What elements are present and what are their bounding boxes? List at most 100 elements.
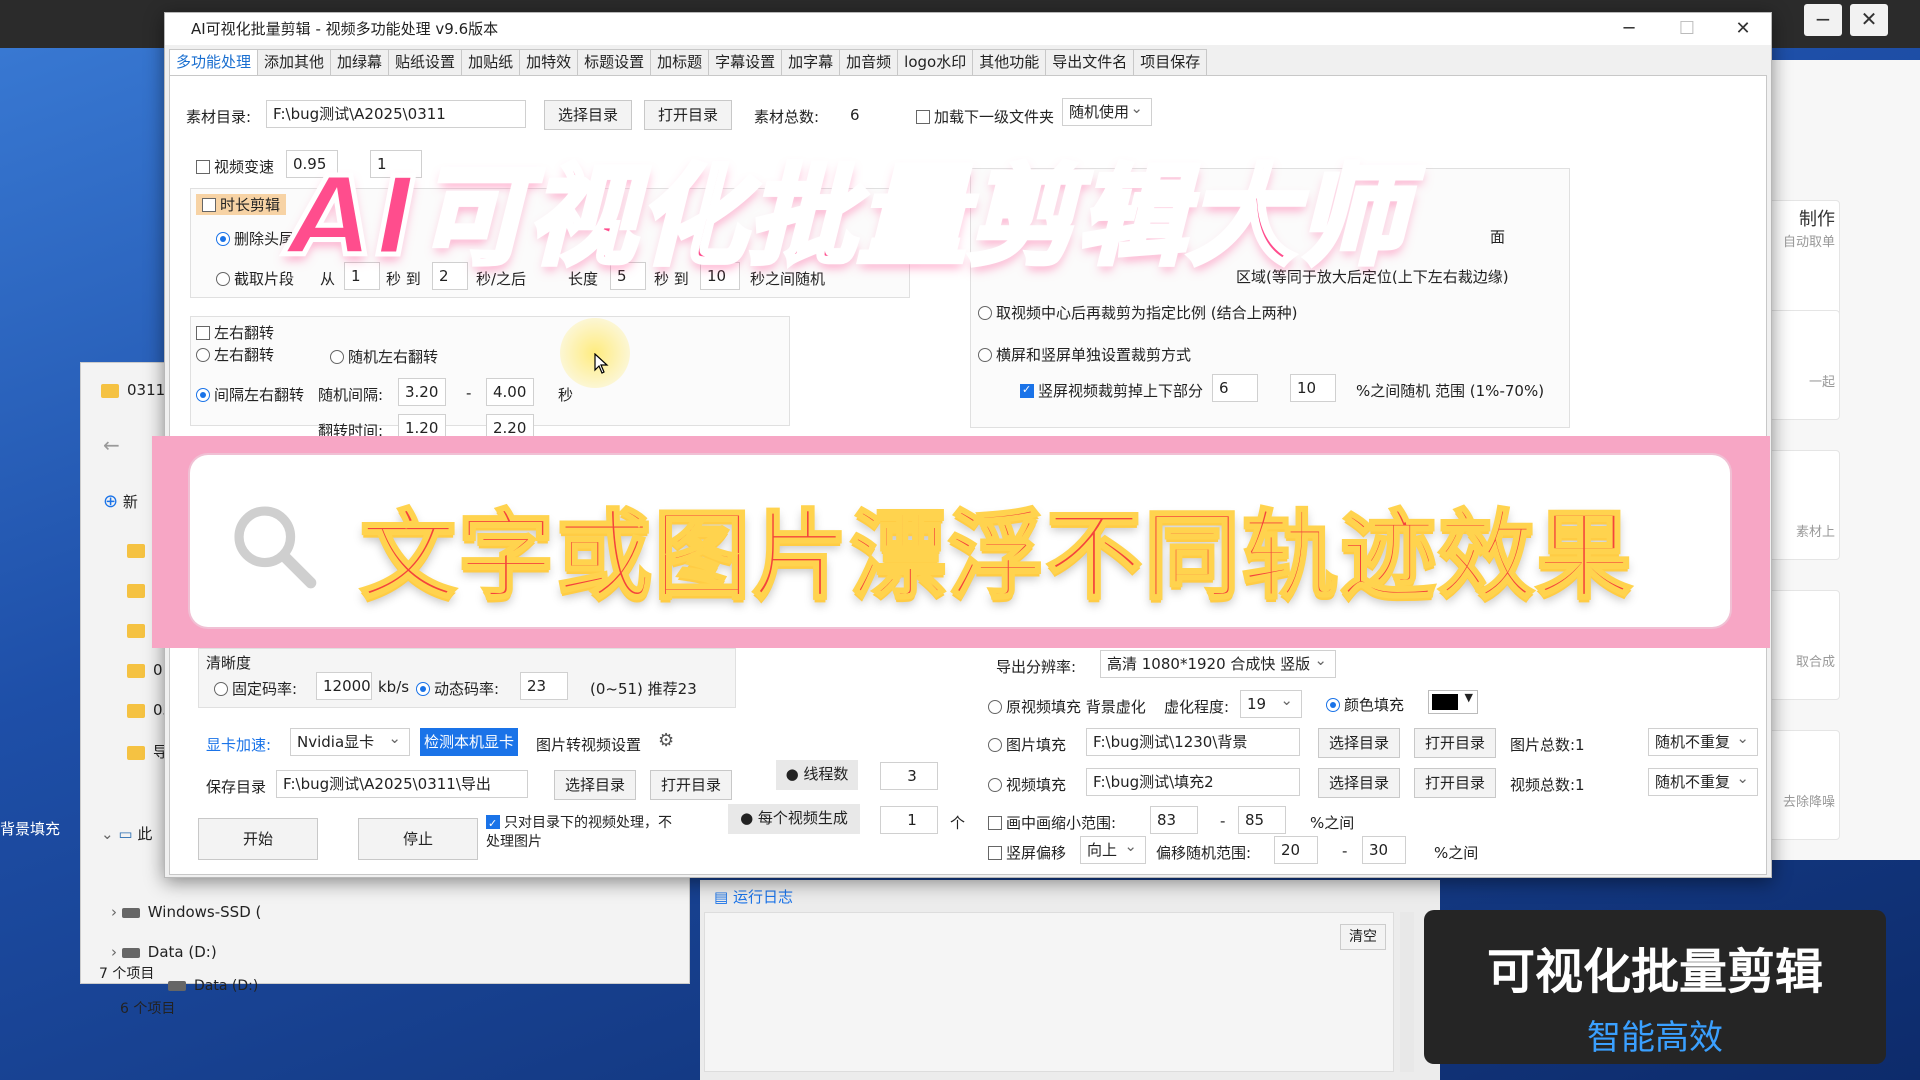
only-video-checkbox[interactable]: 只对目录下的视频处理，不处理图片	[486, 814, 676, 852]
offset-max-input[interactable]: 30	[1362, 836, 1406, 864]
folder-icon	[127, 663, 145, 678]
fixed-bitrate-input[interactable]: 12000	[316, 672, 372, 700]
radio-icon	[1326, 698, 1340, 712]
interval-max-input[interactable]: 4.00	[486, 378, 534, 406]
log-scrollbar[interactable]	[1400, 912, 1414, 1072]
offset-min-input[interactable]: 20	[1274, 836, 1318, 864]
interval-min-input[interactable]: 3.20	[398, 378, 446, 406]
detect-gpu-button[interactable]: 检测本机显卡	[420, 728, 518, 756]
blur-level-select[interactable]: 19	[1240, 690, 1302, 718]
folder-item[interactable]: 导	[127, 741, 168, 762]
per-video-label: ● 每个视频生成	[728, 804, 860, 834]
dynamic-bitrate-radio[interactable]: 动态码率:	[416, 678, 499, 699]
trim-head-tail-radio[interactable]: 删除头尾	[216, 228, 294, 249]
img-random-select[interactable]: 随机不重复	[1648, 728, 1758, 756]
search-icon	[234, 506, 317, 589]
tab-4[interactable]: 加贴纸	[461, 49, 521, 75]
load-sub-checkbox[interactable]: 加载下一级文件夹	[916, 106, 1054, 127]
tab-8[interactable]: 字幕设置	[708, 49, 783, 75]
tab-0[interactable]: 多功能处理	[169, 49, 259, 75]
save-dir-input[interactable]: F:\bug测试\A2025\0311\导出	[276, 770, 528, 798]
tab-5[interactable]: 加特效	[519, 49, 579, 75]
material-select-button[interactable]: 选择目录	[544, 100, 632, 130]
pip-checkbox[interactable]: 画中画缩小范围:	[988, 812, 1116, 833]
tree-this-pc[interactable]: ⌄ ▭ 此	[101, 823, 152, 844]
material-mode-select[interactable]: 随机使用	[1062, 98, 1152, 126]
minimize-icon[interactable]: −	[1804, 4, 1842, 36]
material-dir-input[interactable]: F:\bug测试\A2025\0311	[266, 100, 526, 128]
vertical-crop-min[interactable]: 6	[1212, 374, 1258, 402]
speed-checkbox[interactable]: 视频变速	[196, 156, 274, 177]
v-offset-dir-select[interactable]: 向上	[1080, 836, 1146, 864]
img-fill-radio[interactable]: 图片填充	[988, 734, 1066, 755]
start-button[interactable]: 开始	[198, 818, 318, 860]
center-crop-radio[interactable]: 取视频中心后再裁剪为指定比例 (结合上两种)	[978, 302, 1297, 323]
tab-7[interactable]: 加标题	[650, 49, 710, 75]
lower-settings: 清晰度 固定码率: 12000 kb/s 动态码率: 23 (0~51) 推荐2…	[190, 648, 1770, 876]
tab-12[interactable]: 其他功能	[972, 49, 1047, 75]
gpu-select[interactable]: Nvidia显卡	[290, 728, 410, 756]
mouse-cursor-icon	[594, 353, 609, 374]
explorer-tab[interactable]: 0311	[101, 381, 165, 399]
flip-radio[interactable]: 左右翻转	[196, 344, 274, 365]
video-open-button[interactable]: 打开目录	[1414, 768, 1496, 798]
material-open-button[interactable]: 打开目录	[644, 100, 732, 130]
tab-11[interactable]: logo水印	[897, 49, 974, 75]
brand-card: 可视化批量剪辑 智能高效	[1424, 910, 1886, 1064]
per-video-input[interactable]: 1	[880, 806, 938, 834]
tab-10[interactable]: 加音频	[839, 49, 899, 75]
tab-6[interactable]: 标题设置	[577, 49, 652, 75]
vertical-crop-max[interactable]: 10	[1290, 374, 1336, 402]
tab-14[interactable]: 项目保存	[1133, 49, 1208, 75]
blur-fill-radio[interactable]: 原视频填充 背景虚化	[988, 696, 1146, 717]
img-open-button[interactable]: 打开目录	[1414, 728, 1496, 758]
minimize-button[interactable]: ─	[1601, 13, 1657, 45]
close-icon[interactable]: ✕	[1850, 4, 1888, 36]
random-flip-label: 随机左右翻转	[348, 348, 439, 366]
color-picker[interactable]: ▼	[1428, 690, 1478, 714]
stop-button[interactable]: 停止	[358, 818, 478, 860]
save-select-button[interactable]: 选择目录	[554, 770, 636, 800]
separate-crop-radio[interactable]: 横屏和竖屏单独设置裁剪方式	[978, 344, 1191, 365]
new-button[interactable]: ⊕ 新	[103, 491, 138, 512]
vertical-crop-checkbox[interactable]: 竖屏视频裁剪掉上下部分	[1020, 380, 1203, 401]
img-select-button[interactable]: 选择目录	[1318, 728, 1400, 758]
random-flip-radio[interactable]: 随机左右翻转	[330, 346, 438, 367]
tab-1[interactable]: 添加其他	[257, 49, 332, 75]
tree-windows-ssd[interactable]: › Windows-SSD (	[111, 903, 261, 921]
fixed-bitrate-radio[interactable]: 固定码率:	[214, 678, 297, 699]
video-fill-path[interactable]: F:\bug测试\填充2	[1086, 768, 1300, 796]
flip-checkbox[interactable]: 左右翻转	[196, 322, 274, 343]
tab-3[interactable]: 贴纸设置	[388, 49, 463, 75]
log-textarea[interactable]	[704, 912, 1394, 1072]
clear-log-button[interactable]: 清空	[1340, 924, 1386, 950]
video-select-button[interactable]: 选择目录	[1318, 768, 1400, 798]
tab-13[interactable]: 导出文件名	[1045, 49, 1135, 75]
offset-pct-label: %之间	[1434, 844, 1479, 862]
drive-icon	[168, 981, 186, 991]
new-label: 新	[122, 493, 138, 511]
pip-max-input[interactable]: 85	[1238, 806, 1286, 834]
close-button[interactable]: ✕	[1715, 13, 1771, 45]
pip-min-input[interactable]: 83	[1150, 806, 1198, 834]
interval-flip-radio[interactable]: 间隔左右翻转	[196, 384, 304, 405]
video-fill-radio[interactable]: 视频填充	[988, 774, 1066, 795]
tab-9[interactable]: 加字幕	[781, 49, 841, 75]
gear-icon[interactable]: ⚙	[658, 730, 674, 751]
img-fill-path[interactable]: F:\bug测试\1230\背景	[1086, 728, 1300, 756]
duration-checkbox[interactable]: 时长剪辑	[196, 194, 287, 215]
threads-input[interactable]: 3	[880, 762, 938, 790]
maximize-button[interactable]: ☐	[1659, 13, 1715, 45]
clip-segment-radio[interactable]: 截取片段	[216, 268, 294, 289]
v-offset-checkbox[interactable]: 竖屏偏移	[988, 842, 1066, 863]
dynamic-bitrate-input[interactable]: 23	[520, 672, 568, 700]
resolution-select[interactable]: 高清 1080*1920 合成快 竖版	[1100, 650, 1336, 678]
color-fill-radio[interactable]: 颜色填充	[1326, 694, 1404, 715]
tree-data-drive[interactable]: › Data (D:)	[111, 943, 217, 961]
back-arrow-icon[interactable]: ←	[103, 433, 120, 457]
video-random-select[interactable]: 随机不重复	[1648, 768, 1758, 796]
sec-unit: 秒	[558, 386, 574, 404]
folder-icon	[127, 583, 145, 598]
save-open-button[interactable]: 打开目录	[650, 770, 732, 800]
tab-2[interactable]: 加绿幕	[330, 49, 390, 75]
